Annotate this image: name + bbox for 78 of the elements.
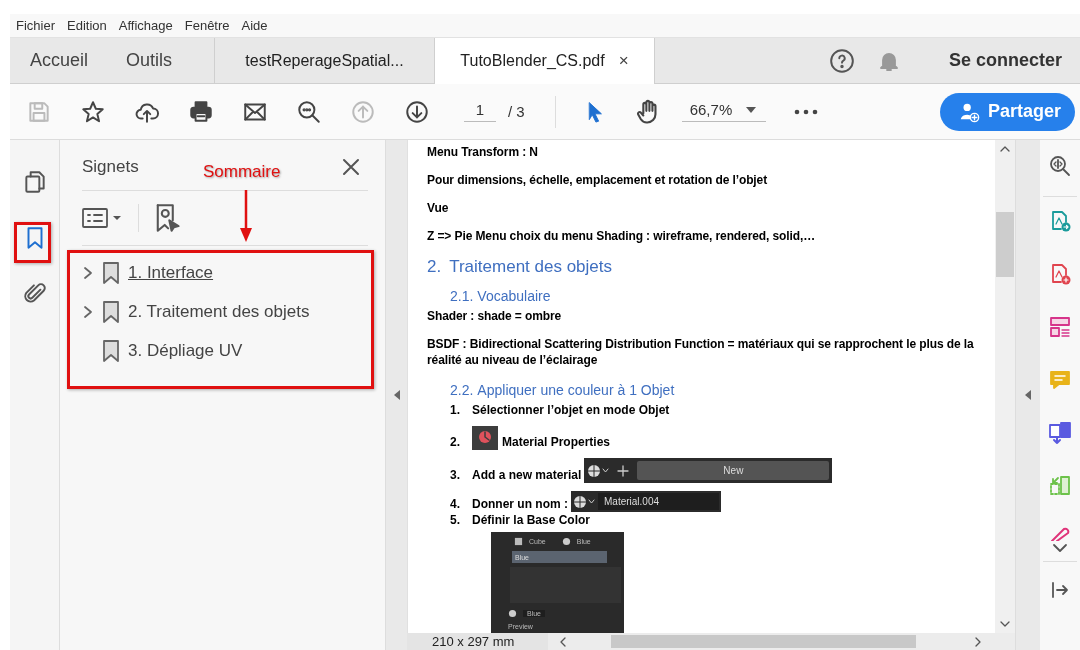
page-count: / 3 (508, 103, 525, 120)
sphere-icon (587, 463, 610, 478)
scroll-right-icon (975, 636, 981, 647)
menu-item[interactable]: Edition (67, 18, 107, 33)
list-number: 4. (450, 496, 461, 512)
nav-tab[interactable]: Outils (126, 50, 173, 71)
bookmark-icon (102, 260, 120, 285)
caret-icon (746, 106, 757, 113)
chevron-right-icon[interactable] (82, 304, 94, 319)
zoom-icon[interactable] (296, 98, 322, 125)
menu-item[interactable]: Fichier (16, 18, 55, 33)
collapse-left-icon[interactable] (393, 390, 400, 400)
bookmark-item[interactable]: 1. Interface (128, 262, 214, 283)
list-item-text: Add a new material (472, 467, 582, 483)
zoom-dropdown[interactable]: 66,7% (681, 101, 766, 122)
list-number: 2. (450, 434, 461, 450)
list-item-text: Material Properties (502, 434, 611, 450)
scroll-down-icon (1000, 621, 1010, 627)
menu-item[interactable]: Fenêtre (184, 18, 230, 33)
list-item-text: Donner un nom : (472, 496, 568, 512)
subsection-heading: 2.2. Appliquer une couleur à 1 Objet (450, 381, 676, 400)
sphere-icon (508, 608, 517, 618)
list-number: 3. (450, 467, 461, 483)
paragraph: Vue (427, 200, 450, 216)
sign-in-link[interactable]: Se connecter (948, 50, 1062, 71)
share-button[interactable]: Partager (939, 92, 1075, 131)
zoom-compare-icon[interactable] (1048, 154, 1072, 178)
bookmark-icon (102, 338, 120, 363)
list-number: 1. (450, 402, 461, 418)
list-number: 5. (450, 512, 461, 528)
list-options-icon[interactable] (82, 206, 124, 230)
print-icon[interactable] (188, 98, 214, 125)
scroll-left-icon (560, 636, 566, 647)
document-tab[interactable]: TutoBlender_CS.pdf × (435, 38, 655, 84)
scrollbar-thumb[interactable] (996, 212, 1014, 277)
paragraph: Z => Pie Menu choix du menu Shading : wireframe, rendered, solid,… (427, 228, 817, 244)
panel-title: Signets (82, 157, 139, 177)
chevron-right-icon[interactable] (82, 265, 94, 280)
nav-tab[interactable]: Accueil (30, 50, 89, 71)
plus-icon (617, 464, 630, 477)
scrollbar-thumb[interactable] (611, 635, 916, 648)
close-tab-button[interactable]: × (618, 51, 629, 71)
horizontal-scrollbar[interactable] (548, 633, 1015, 650)
chevron-down-icon[interactable] (1052, 543, 1068, 553)
list-item-text: Sélectionner l’objet en mode Objet (472, 402, 670, 418)
expand-left-icon[interactable] (1025, 390, 1031, 400)
bookmark-item[interactable]: 2. Traitement des objets (128, 301, 310, 322)
cube-icon (514, 536, 523, 546)
layout-icon[interactable] (1048, 315, 1072, 339)
combine-files-icon[interactable] (1048, 421, 1072, 445)
vertical-scrollbar[interactable] (995, 140, 1015, 633)
paragraph: Menu Transform : N (427, 144, 539, 160)
highlight-frame (14, 222, 51, 263)
collapse-panel-icon[interactable] (1050, 580, 1070, 600)
page-size-label: 210 x 297 mm (431, 634, 516, 649)
page-number-field[interactable]: 1 (464, 101, 496, 122)
star-icon[interactable] (80, 98, 106, 125)
menu-item[interactable]: Aide (241, 18, 268, 33)
section-heading: 2. Traitement des objets (427, 256, 614, 278)
annotation-label: Sommaire (203, 162, 281, 182)
list-item-text: Définir la Base Color (472, 512, 591, 528)
more-icon[interactable] (793, 108, 818, 115)
sphere-icon (561, 536, 571, 546)
name-field[interactable]: Material.004 (598, 493, 719, 510)
bookmark-icon (102, 299, 120, 324)
paragraph: Pour dimensions, échelle, emplacement et rotation de l’objet (427, 172, 769, 188)
scroll-up-icon (1000, 146, 1010, 152)
annotation-arrow (239, 190, 253, 242)
help-icon[interactable] (828, 47, 855, 74)
close-icon[interactable] (342, 158, 360, 176)
menu-item[interactable]: Affichage (118, 18, 173, 33)
new-button[interactable]: New (637, 461, 830, 480)
material-icon (472, 426, 498, 450)
bookmark-item[interactable]: 3. Dépliage UV (128, 340, 243, 361)
subsection-heading: 2.1. Vocabulaire (450, 287, 552, 306)
paragraph: BSDF : Bidirectional Scattering Distribution Function = matériaux qui se rapprochent le plus de la réalité au niveau de l’éclairage (427, 336, 975, 368)
paragraph: Shader : shade = ombre (427, 308, 563, 324)
pen-icon[interactable] (1048, 527, 1072, 541)
